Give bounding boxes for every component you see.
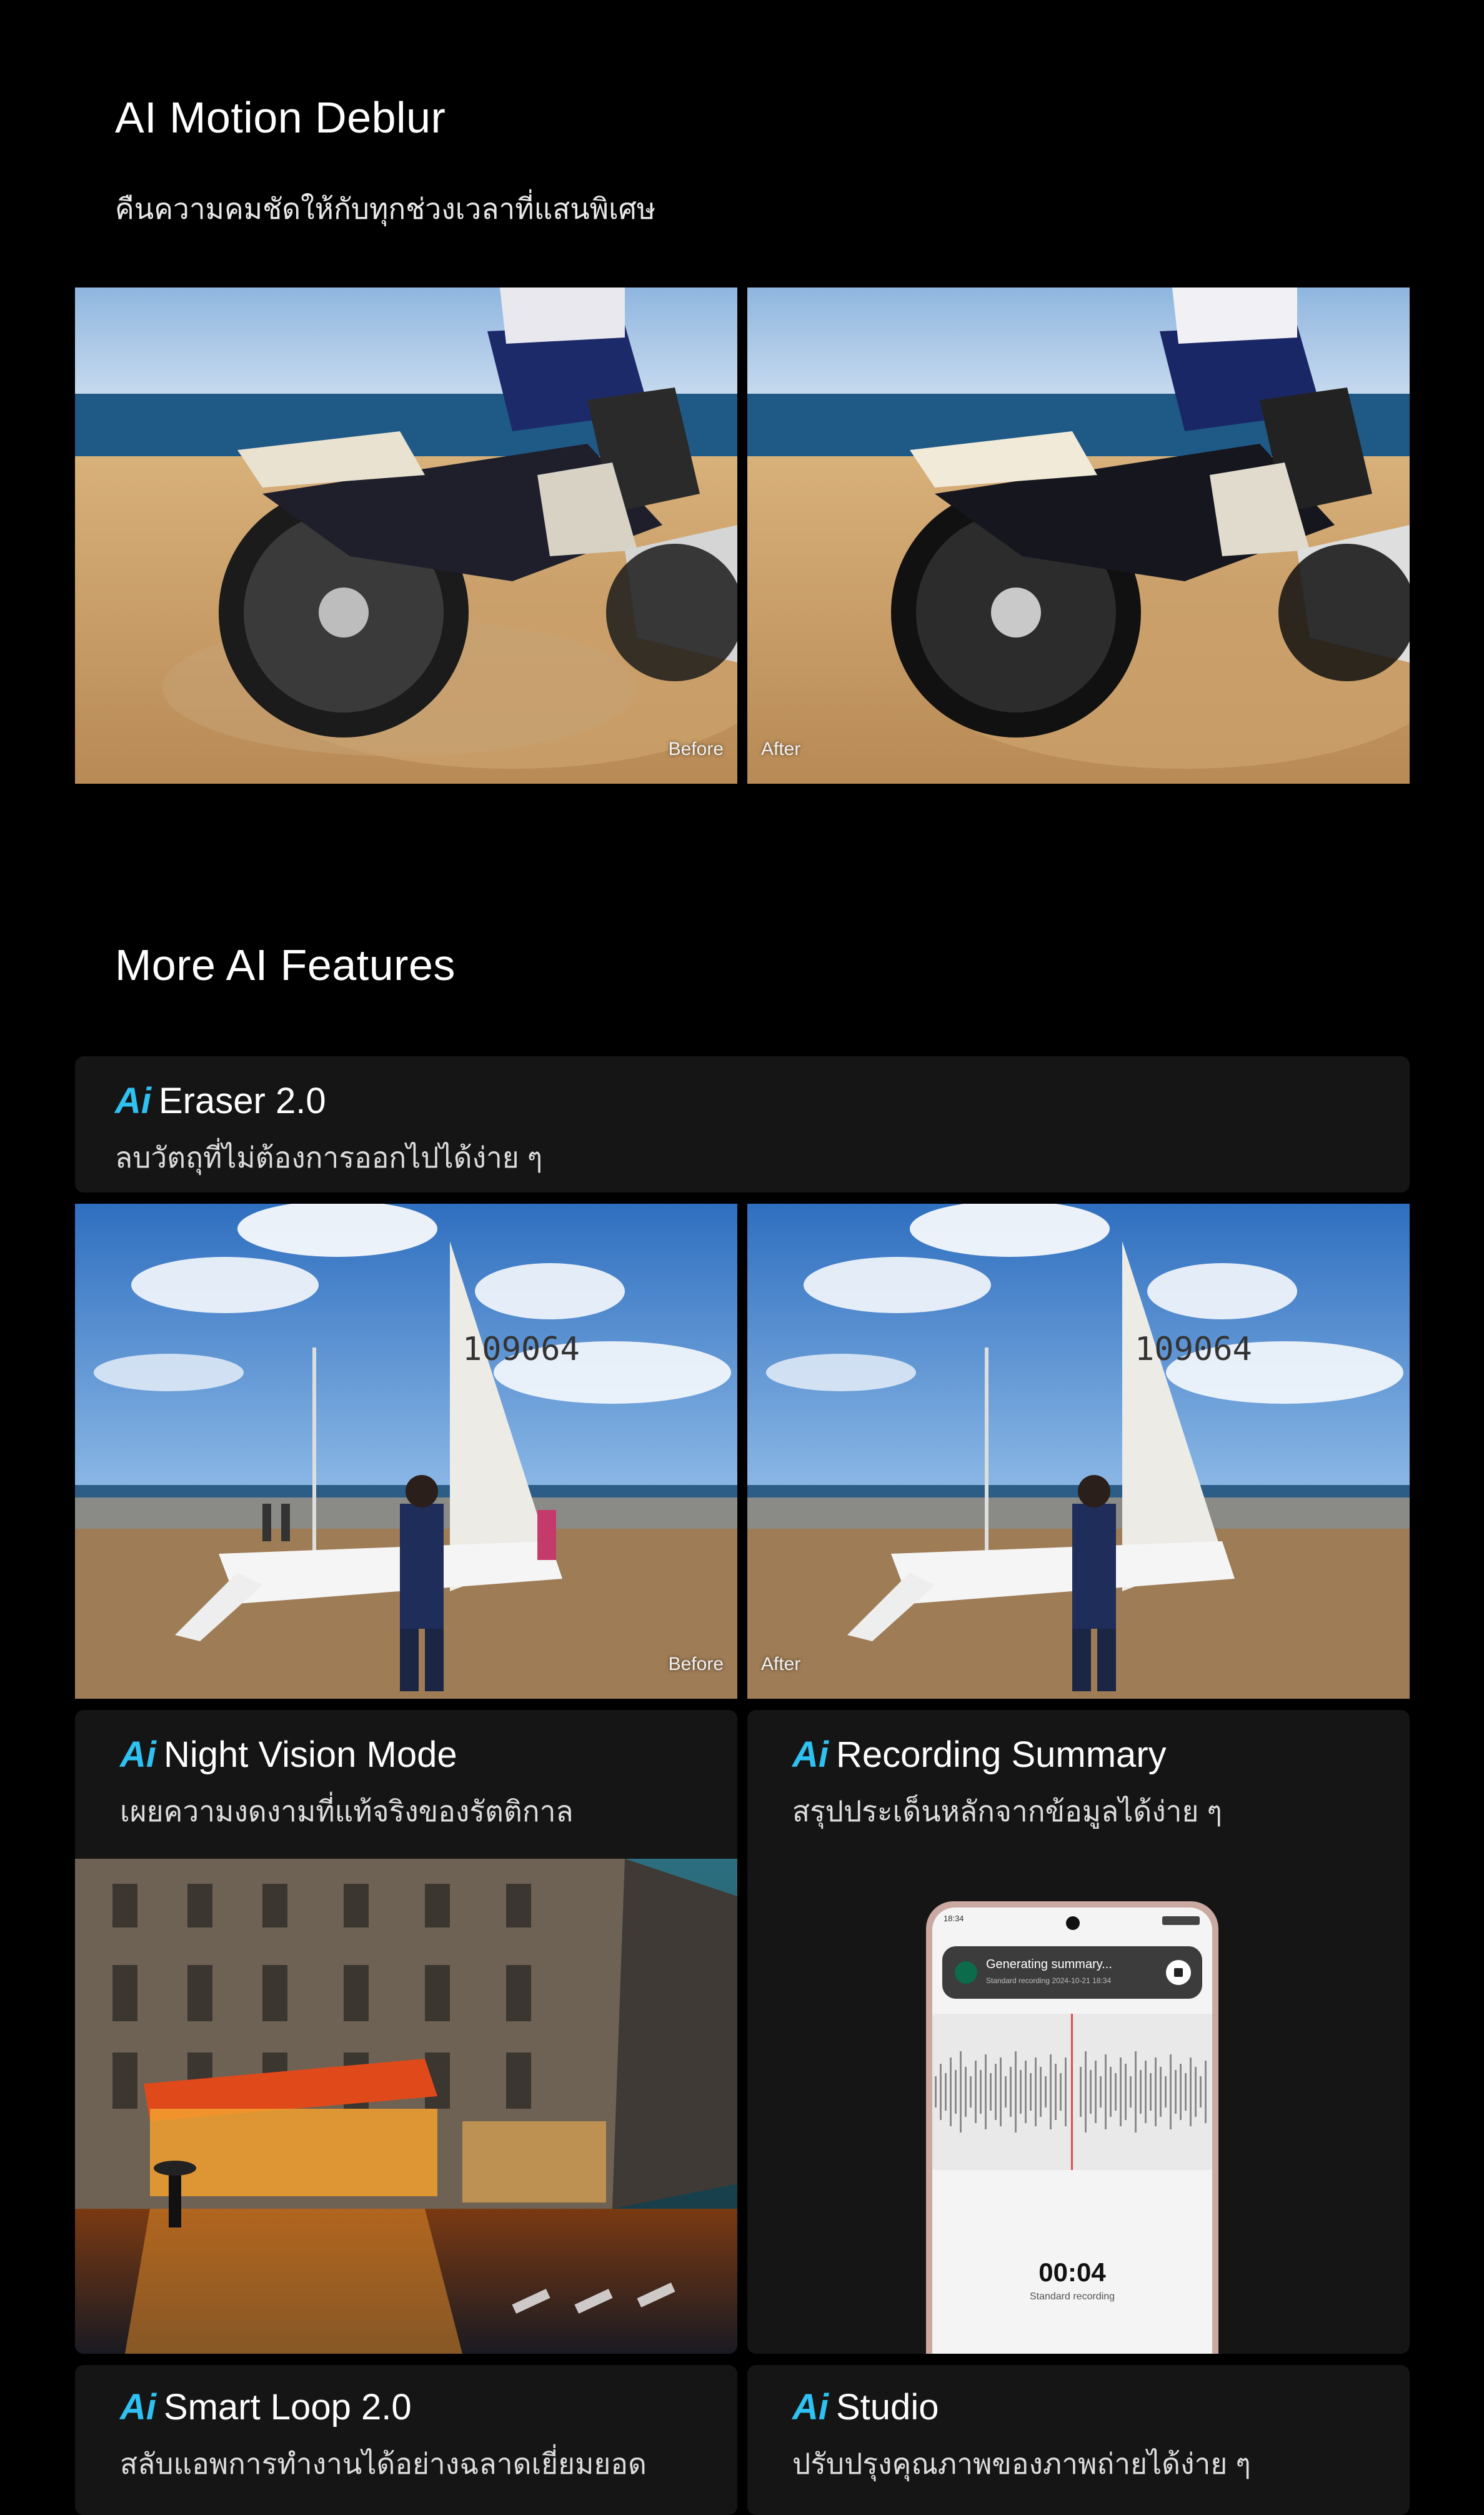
motion-deblur-title: AI Motion Deblur — [115, 93, 446, 142]
smart-loop-desc: สลับแอพการทำงานได้อย่างฉลาดเยี่ยมยอด — [120, 2448, 647, 2480]
recording-summary-desc: สรุปประเด็นหลักจากข้อมูลได้ง่าย ๆ — [792, 1795, 1222, 1828]
svg-text:109064: 109064 — [1135, 1331, 1252, 1368]
ai-icon: Ai — [120, 2387, 156, 2428]
eraser-after-image: 109064 After — [747, 1204, 1410, 1699]
smart-loop-title-text: Smart Loop 2.0 — [164, 2387, 412, 2428]
stop-button[interactable] — [1166, 1960, 1191, 1985]
motion-after-image: After — [747, 288, 1410, 784]
phone-mockup: 18:34 Generating summary... Standard rec… — [926, 1901, 1218, 2354]
phone-status-time: 18:34 — [944, 1914, 964, 1923]
ai-icon: Ai — [792, 2387, 829, 2428]
banner-title: Generating summary... — [986, 1958, 1112, 1971]
svg-text:109064: 109064 — [462, 1331, 580, 1368]
ai-icon: Ai — [120, 1734, 156, 1775]
recording-timer: 00:04 — [1038, 2258, 1106, 2287]
generating-summary-banner: Generating summary... Standard recording… — [942, 1946, 1202, 1999]
night-vision-title-text: Night Vision Mode — [164, 1734, 457, 1775]
ai-icon: Ai — [792, 1734, 829, 1775]
eraser-before-label: Before — [668, 1654, 724, 1674]
eraser-before-image: 109064 Before — [75, 1204, 737, 1699]
waveform — [935, 2014, 1207, 2170]
eraser-after-label: After — [761, 1654, 801, 1674]
recording-summary-title: Ai Recording Summary — [792, 1734, 1167, 1776]
more-features-title: More AI Features — [115, 941, 456, 989]
recording-summary-title-text: Recording Summary — [836, 1734, 1167, 1775]
motion-before-image: Before — [75, 288, 737, 784]
eraser-title: Ai Eraser 2.0 — [115, 1080, 326, 1122]
night-vision-card[interactable]: Ai Night Vision Mode เผยความงดงามที่แท้จร… — [75, 1710, 737, 2354]
before-label: Before — [668, 739, 724, 759]
ai-icon: Ai — [115, 1081, 151, 1121]
eraser-desc: ลบวัตถุที่ไม่ต้องการออกไปได้ง่าย ๆ — [115, 1141, 543, 1174]
after-label: After — [761, 739, 801, 759]
studio-card[interactable]: Ai Studio ปรับปรุงคุณภาพของภาพถ่ายได้ง่าย… — [747, 2365, 1410, 2515]
night-vision-image — [75, 1859, 737, 2354]
phone-screen: 18:34 Generating summary... Standard rec… — [932, 1908, 1212, 2354]
banner-subtitle: Standard recording 2024-10-21 18:34 — [986, 1976, 1112, 1985]
studio-title: Ai Studio — [792, 2386, 939, 2428]
studio-desc: ปรับปรุงคุณภาพของภาพถ่ายได้ง่าย ๆ — [792, 2448, 1251, 2480]
status-icons — [1162, 1916, 1200, 1925]
night-vision-desc: เผยความงดงามที่แท้จริงของรัตติกาล — [120, 1795, 574, 1828]
smart-loop-title: Ai Smart Loop 2.0 — [120, 2386, 412, 2428]
stop-icon — [1174, 1968, 1183, 1977]
studio-title-text: Studio — [836, 2387, 939, 2428]
summary-spinner-icon — [955, 1961, 977, 1984]
eraser-title-text: Eraser 2.0 — [159, 1081, 326, 1121]
motion-deblur-subtitle: คืนความคมชัดให้กับทุกช่วงเวลาที่แสนพิเศษ — [115, 192, 656, 225]
recording-summary-card[interactable]: Ai Recording Summary สรุปประเด็นหลักจากข้… — [747, 1710, 1410, 2354]
waveform-area — [932, 2014, 1212, 2170]
night-vision-title: Ai Night Vision Mode — [120, 1734, 457, 1776]
recording-timer-label: Standard recording — [1029, 2291, 1115, 2302]
smart-loop-card[interactable]: Ai Smart Loop 2.0 สลับแอพการทำงานได้อย่าง… — [75, 2365, 737, 2515]
eraser-card[interactable]: Ai Eraser 2.0 ลบวัตถุที่ไม่ต้องการออกไปได… — [75, 1056, 1410, 1192]
camera-punch-hole-icon — [1066, 1916, 1080, 1930]
